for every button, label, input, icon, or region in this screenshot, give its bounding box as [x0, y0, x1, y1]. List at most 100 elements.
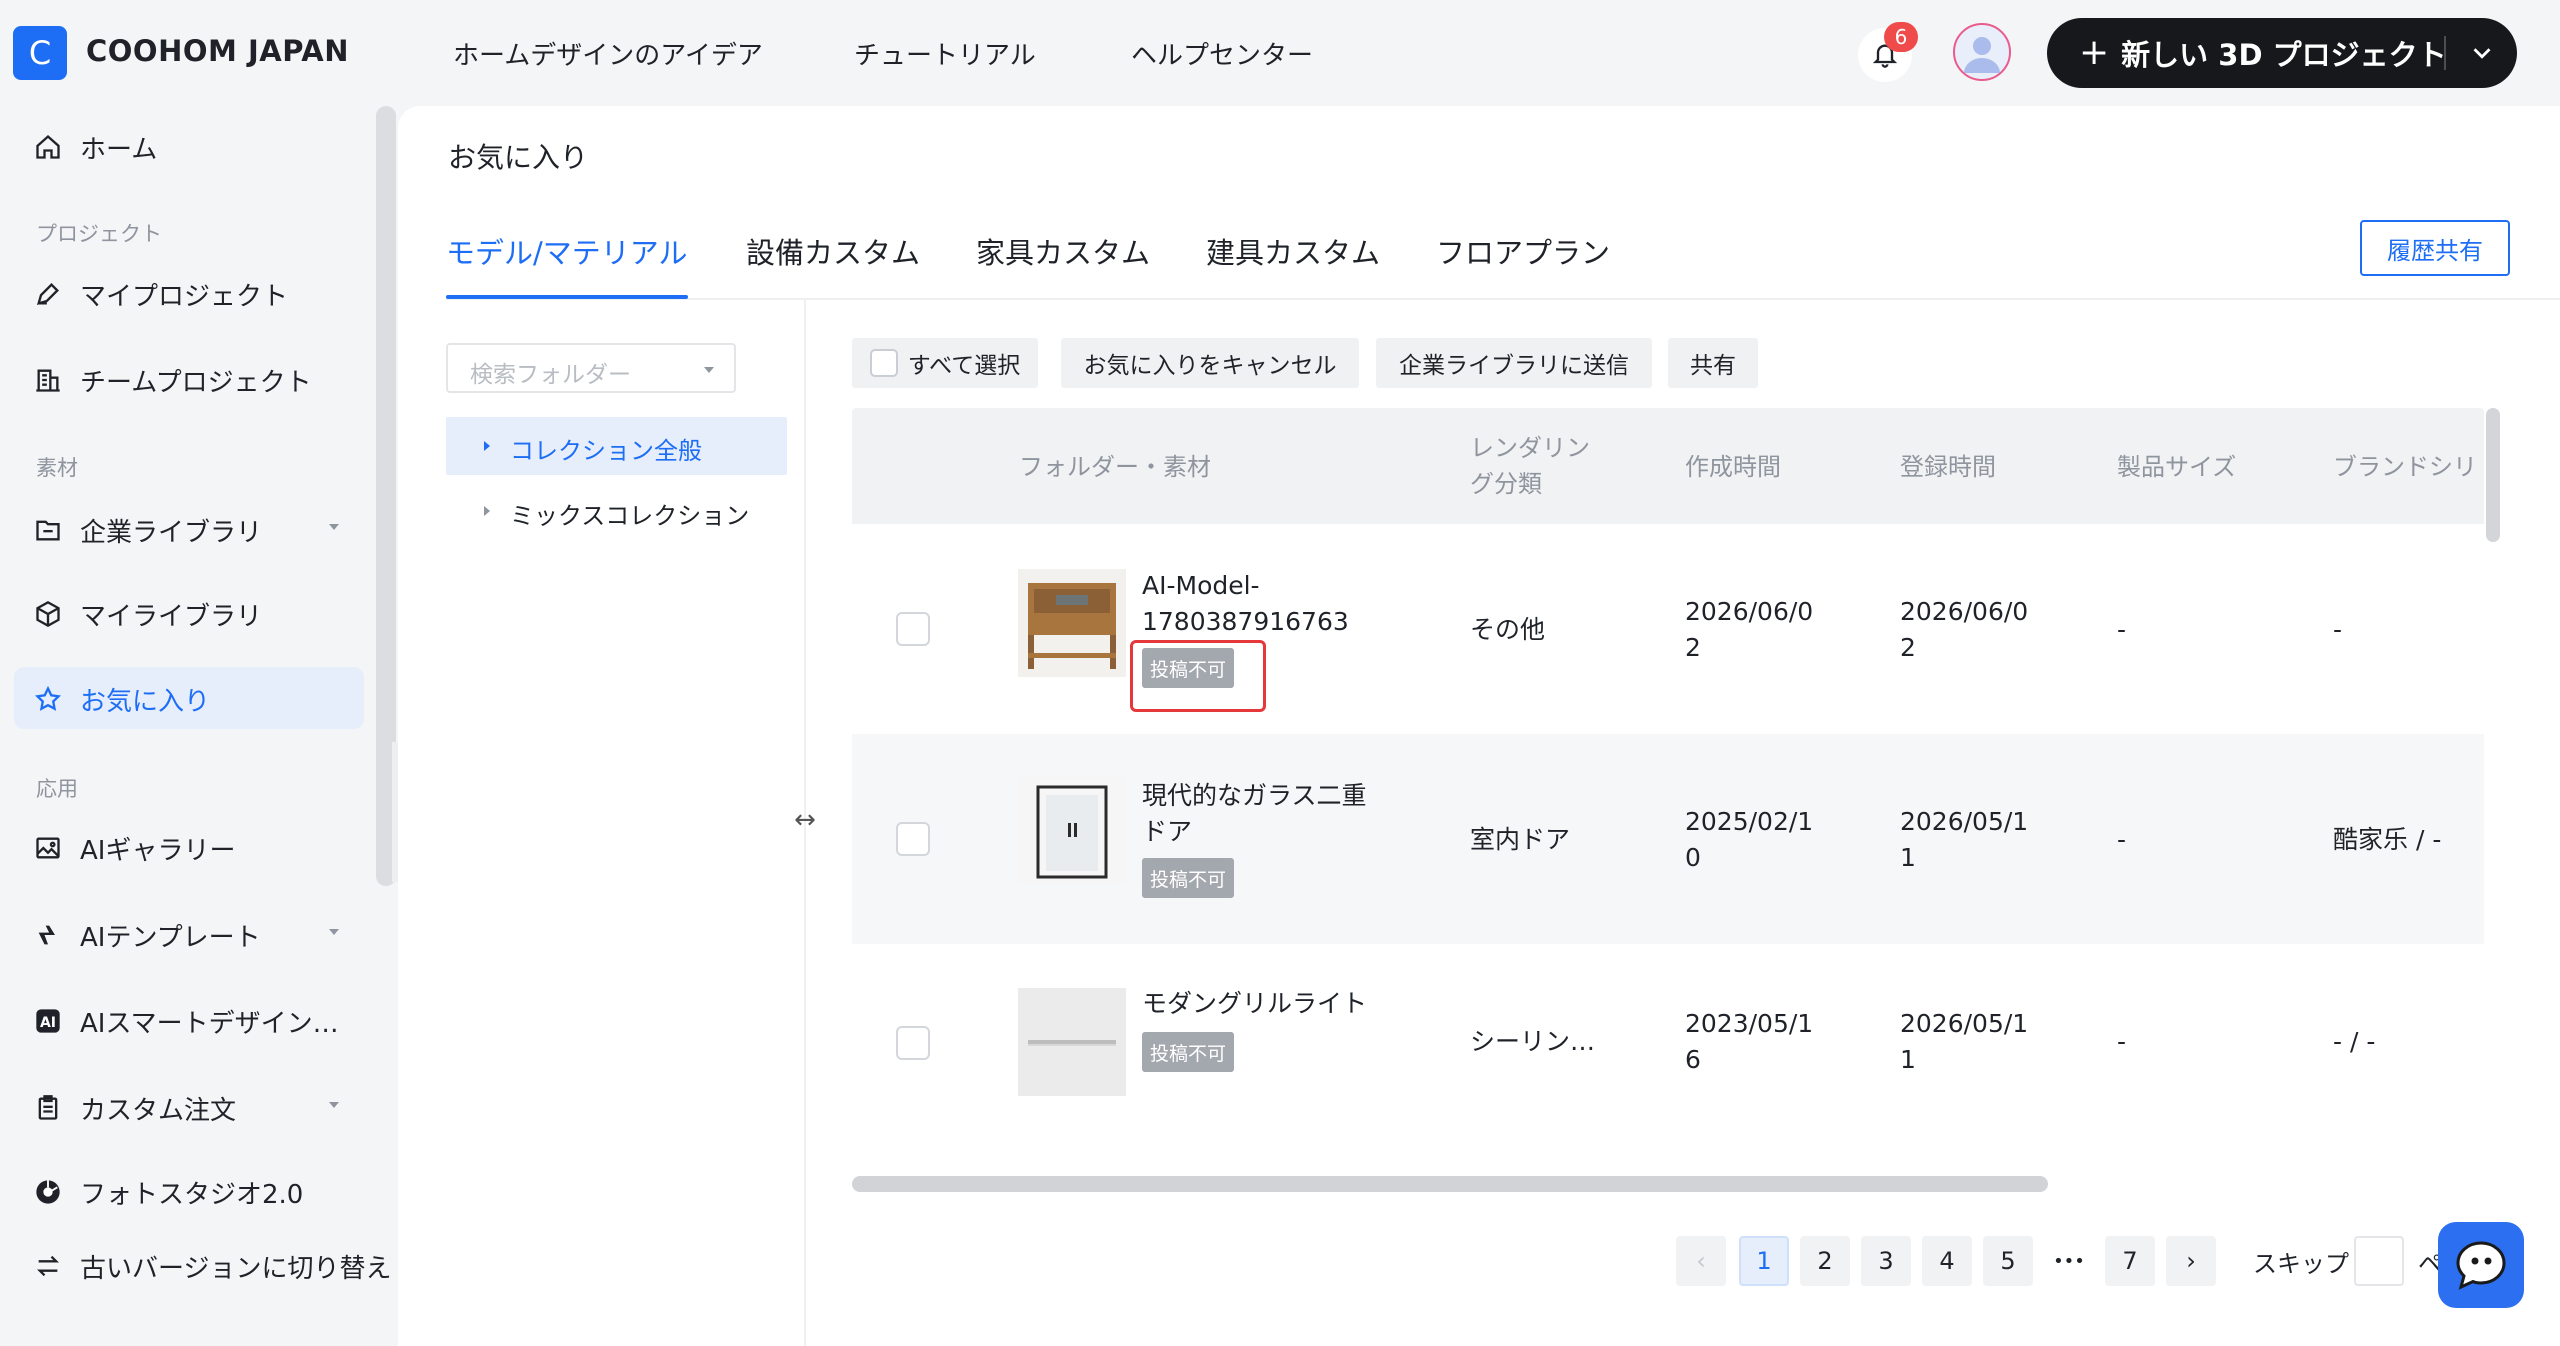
thumbnail-nightstand[interactable]	[1018, 569, 1126, 677]
sidebar-item-favorites[interactable]: お気に入り	[14, 667, 364, 729]
tab-equipment-custom[interactable]: 設備カスタム	[746, 230, 920, 272]
skip-page-input[interactable]	[2354, 1236, 2404, 1286]
select-all-button[interactable]: すべて選択	[852, 338, 1038, 388]
caret-right-icon	[484, 506, 490, 516]
table-row[interactable]: モダングリルライト 投稿不可 シーリン… 2023/05/1 6 2026/05…	[852, 944, 2484, 1144]
horizontal-scrollbar[interactable]	[852, 1176, 2048, 1192]
brand-cell: -	[2333, 615, 2343, 644]
size-cell: -	[2117, 825, 2127, 854]
sidebar-item-custom-order[interactable]: カスタム注文	[14, 1076, 364, 1138]
svg-text:AI: AI	[40, 1015, 56, 1031]
chevron-down-icon[interactable]	[2467, 38, 2497, 68]
sidebar-item-my-library[interactable]: マイライブラリ	[14, 582, 364, 644]
sidebar-item-label: AIスマートデザイン…	[80, 1009, 339, 1039]
nav-help-center[interactable]: ヘルプセンター	[1131, 35, 1313, 72]
page-button-4[interactable]: 4	[1922, 1236, 1972, 1286]
created-cell-line1: 2025/02/1	[1685, 807, 1814, 836]
registered-cell-line2: 1	[1900, 1045, 1916, 1074]
sidebar-item-enterprise-library[interactable]: 企業ライブラリ	[14, 498, 364, 560]
select-all-checkbox[interactable]	[869, 349, 898, 377]
render-class-cell: シーリン…	[1470, 1027, 1596, 1056]
section-label-apps: 応用	[36, 777, 78, 801]
sidebar-item-label: AIテンプレート	[80, 923, 261, 953]
avatar-icon	[1964, 37, 2000, 73]
tab-fixture-custom[interactable]: 建具カスタム	[1206, 230, 1380, 272]
building-icon	[36, 369, 60, 392]
sidebar-item-ai-gallery[interactable]: AIギャラリー	[14, 816, 364, 878]
lightning-icon	[38, 925, 55, 945]
render-class-cell: その他	[1470, 615, 1546, 644]
material-name-line1[interactable]: モダングリルライト	[1142, 986, 1402, 1022]
material-name-line1[interactable]: AI-Model-	[1142, 568, 1402, 604]
cancel-favorite-button[interactable]: お気に入りをキャンセル	[1061, 338, 1359, 388]
brand-cell: - / -	[2333, 1027, 2376, 1056]
page-button-3[interactable]: 3	[1861, 1236, 1911, 1286]
status-badge: 投稿不可	[1142, 1032, 1235, 1072]
row-checkbox[interactable]	[896, 612, 930, 646]
user-avatar[interactable]	[1953, 23, 2011, 81]
sidebar-item-old-version[interactable]: 古いバージョンに切り替え	[14, 1234, 391, 1296]
table-vertical-scrollbar[interactable]	[2486, 408, 2500, 542]
page-button-1[interactable]: 1	[1739, 1236, 1789, 1286]
notification-badge: 6	[1884, 22, 1918, 52]
tab-floor-plan[interactable]: フロアプラン	[1436, 230, 1610, 272]
header-render-class-line1: レンダリン	[1470, 434, 1590, 462]
caret-down-icon	[329, 929, 339, 935]
brand-name[interactable]: COOHOM JAPAN	[86, 34, 349, 68]
tab-model-material[interactable]: モデル/マテリアル	[446, 230, 687, 272]
thumbnail-glass-door[interactable]	[1018, 777, 1126, 885]
sidebar-item-label: ホーム	[80, 135, 158, 165]
registered-cell-line2: 1	[1900, 843, 1916, 872]
caret-down-icon	[329, 524, 339, 530]
sidebar-item-photo-studio[interactable]: フォトスタジオ2.0	[14, 1160, 364, 1222]
image-icon	[36, 837, 60, 859]
prev-page-button[interactable]: ‹	[1676, 1236, 1726, 1286]
camera-aperture-icon	[36, 1180, 60, 1204]
row-checkbox[interactable]	[896, 822, 930, 856]
folder-search-select[interactable]: 検索フォルダー	[446, 343, 736, 393]
material-name-line2[interactable]: ドア	[1142, 814, 1402, 850]
page-button-5[interactable]: 5	[1983, 1236, 2033, 1286]
page-ellipsis[interactable]: •••	[2044, 1236, 2094, 1286]
folder-item-general[interactable]: コレクション全般	[446, 417, 787, 475]
tab-furniture-custom[interactable]: 家具カスタム	[976, 230, 1150, 272]
sidebar-item-team-projects[interactable]: チームプロジェクト	[14, 348, 364, 410]
header-folder-material: フォルダー・素材	[1019, 453, 1211, 481]
resize-horizontal-icon[interactable]: ↔	[788, 805, 822, 835]
next-page-button[interactable]: ›	[2166, 1236, 2216, 1286]
folder-label: ミックスコレクション	[510, 502, 750, 530]
folder-label: コレクション全般	[510, 437, 702, 465]
share-history-button[interactable]: 履歴共有	[2360, 220, 2510, 276]
thumbnail-grill-light[interactable]	[1018, 988, 1126, 1096]
material-name-line1[interactable]: 現代的なガラス二重	[1142, 778, 1402, 814]
page-title: お気に入り	[448, 141, 589, 174]
brand-cell: 酷家乐 / -	[2333, 825, 2442, 854]
table-row[interactable]: AI-Model- 1780387916763 投稿不可 その他 2026/06…	[852, 524, 2484, 734]
sidebar-item-ai-smart-design[interactable]: AI AIスマートデザイン…	[14, 989, 364, 1051]
chat-support-button[interactable]	[2438, 1222, 2524, 1308]
sidebar-item-label: マイプロジェクト	[80, 282, 289, 312]
nav-tutorials[interactable]: チュートリアル	[854, 35, 1036, 72]
created-cell-line1: 2023/05/1	[1685, 1009, 1814, 1038]
folder-item-mix[interactable]: ミックスコレクション	[446, 482, 787, 540]
app-logo[interactable]: C	[13, 26, 67, 80]
ai-icon: AI	[36, 1009, 60, 1033]
table-row[interactable]: 現代的なガラス二重 ドア 投稿不可 室内ドア 2025/02/1 0 2026/…	[852, 734, 2484, 944]
share-button[interactable]: 共有	[1668, 338, 1758, 388]
material-name-line2[interactable]: 1780387916763	[1142, 604, 1402, 640]
created-cell-line2: 6	[1685, 1045, 1701, 1074]
page-button-7[interactable]: 7	[2105, 1236, 2155, 1286]
sidebar-item-ai-template[interactable]: AIテンプレート	[14, 903, 364, 965]
switch-arrows-icon	[37, 1255, 59, 1277]
send-to-library-button[interactable]: 企業ライブラリに送信	[1376, 338, 1652, 388]
clipboard-icon	[38, 1095, 58, 1120]
nav-home-design-ideas[interactable]: ホームデザインのアイデア	[453, 35, 763, 72]
header-render-class-line2: グ分類	[1470, 470, 1542, 498]
new-3d-project-button[interactable]: + 新しい 3D プロジェクト	[2047, 18, 2517, 88]
plus-icon: +	[2079, 32, 2110, 73]
page-button-2[interactable]: 2	[1800, 1236, 1850, 1286]
sidebar-item-label: マイライブラリ	[80, 602, 263, 632]
sidebar-item-home[interactable]: ホーム	[14, 115, 364, 177]
row-checkbox[interactable]	[896, 1026, 930, 1060]
sidebar-item-my-projects[interactable]: マイプロジェクト	[14, 262, 364, 324]
